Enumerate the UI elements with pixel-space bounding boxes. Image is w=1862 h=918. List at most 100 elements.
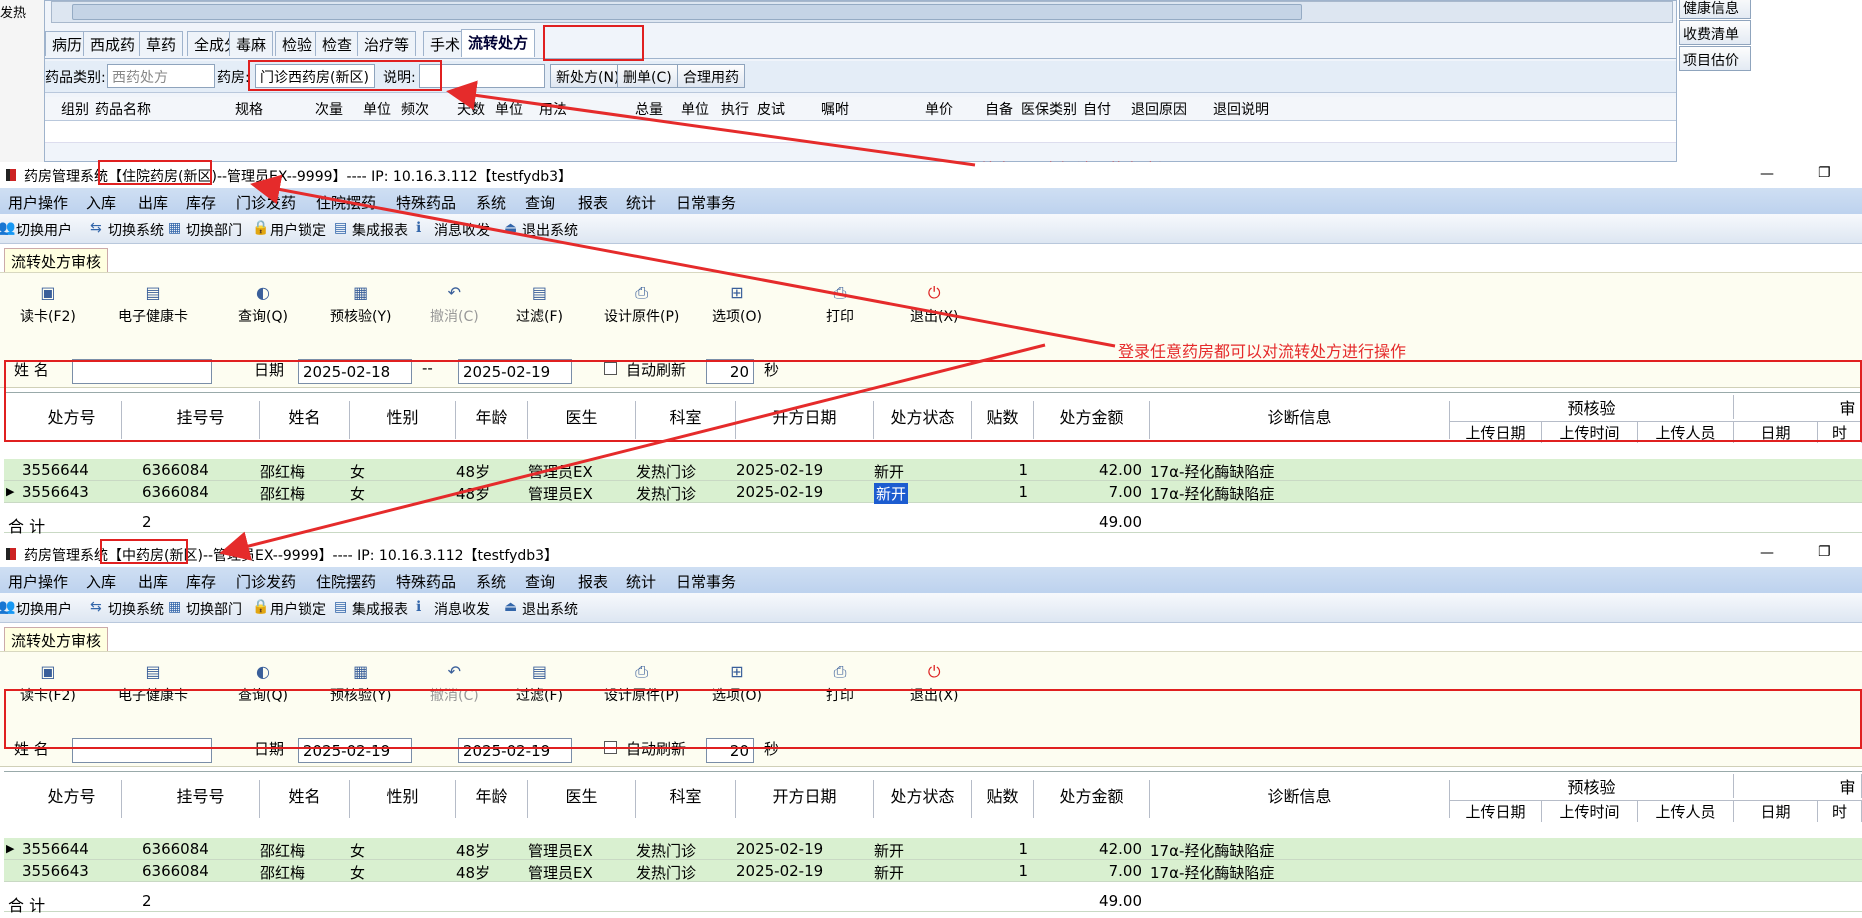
menu-item-9[interactable]: 报表 — [578, 571, 608, 592]
cell-reg: 6366084 — [142, 483, 209, 501]
ribbon-icon-5: ▤ — [531, 662, 548, 681]
ribbon-button-5[interactable]: ▤ 过滤(F) — [516, 273, 563, 349]
restore-icon[interactable]: ❐ — [1818, 165, 1831, 181]
toolbar-icon-4: ▤ — [334, 599, 348, 615]
tab-5[interactable]: 检验 — [275, 31, 320, 56]
ribbon-button-1[interactable]: ▤ 电子健康卡 — [118, 273, 188, 349]
toolbar-icon-3: 🔒 — [252, 599, 270, 615]
menu-item-9[interactable]: 报表 — [578, 192, 608, 213]
toolbar-item-5[interactable]: 消息收发 — [434, 599, 490, 619]
grid-header-11: 执行 — [721, 102, 749, 118]
menu-item-1[interactable]: 入库 — [86, 192, 116, 213]
toolbar-item-5[interactable]: 消息收发 — [434, 220, 490, 240]
scrollbar-thumb[interactable] — [72, 4, 1302, 20]
ribbon-icon-9: ⏻ — [927, 662, 941, 681]
toolbar-icon-5: ℹ — [416, 599, 422, 615]
table-row[interactable]: 3556644 6366084 邵红梅 女 48岁 管理员EX 发热门诊 2025-02-19… — [4, 459, 1862, 481]
ribbon-icon-8: ⎙ — [833, 283, 847, 302]
cell-age: 48岁 — [456, 864, 491, 882]
toolbar-item-6[interactable]: 退出系统 — [522, 220, 578, 240]
tab-2[interactable]: 草药 — [139, 31, 184, 56]
grid-header-9: 总量 — [635, 102, 663, 118]
cell-sex: 女 — [350, 842, 366, 860]
menu-item-10[interactable]: 统计 — [626, 571, 656, 592]
menu-item-3[interactable]: 库存 — [186, 571, 216, 592]
toolbar-item-1[interactable]: 切换系统 — [108, 220, 164, 240]
toolbar-item-3[interactable]: 用户锁定 — [270, 599, 326, 619]
toolbar-item-3[interactable]: 用户锁定 — [270, 220, 326, 240]
menu-item-10[interactable]: 统计 — [626, 192, 656, 213]
menu-item-0[interactable]: 用户操作 — [8, 571, 68, 592]
toolbar-item-4[interactable]: 集成报表 — [352, 599, 408, 619]
tab-review[interactable]: 流转处方审核 — [4, 248, 109, 272]
toolbar-item-0[interactable]: 切换用户 — [16, 220, 72, 240]
ribbon-label-4: 撤消(C) — [430, 309, 479, 325]
tab-4[interactable]: 毒麻 — [229, 31, 274, 56]
table-row[interactable]: 3556643 6366084 邵红梅 女 48岁 管理员EX 发热门诊 2025-02-19… — [4, 860, 1862, 882]
tab-review[interactable]: 流转处方审核 — [4, 627, 109, 651]
new-prescription-button[interactable]: 新处方(N) — [550, 64, 626, 88]
col-header-6: 科室 — [636, 780, 736, 818]
cell-doctor: 管理员EX — [528, 864, 593, 882]
ribbon-button-9[interactable]: ⏻ 退出(X) — [910, 273, 959, 349]
delete-prescription-button[interactable]: 删单(C) — [617, 64, 678, 88]
tab-9[interactable]: 流转处方 — [461, 29, 536, 57]
cell-status: 新开 — [874, 463, 905, 481]
cell-doctor: 管理员EX — [528, 463, 593, 481]
menu-item-1[interactable]: 入库 — [86, 571, 116, 592]
row-pointer-icon: ▶ — [6, 485, 15, 498]
table-row[interactable]: 3556643 6366084 邵红梅 女 48岁 管理员EX 发热门诊 2025-02-19… — [4, 481, 1862, 504]
restore-icon[interactable]: ❐ — [1818, 544, 1831, 560]
toolbar-item-4[interactable]: 集成报表 — [352, 220, 408, 240]
drug-type-select[interactable]: 西药处方 — [107, 64, 215, 88]
ribbon-button-4[interactable]: ↶ 撤消(C) — [430, 273, 479, 349]
menu-item-11[interactable]: 日常事务 — [676, 571, 736, 592]
table-row[interactable]: 3556644 6366084 邵红梅 女 48岁 管理员EX 发热门诊 2025-02-19… — [4, 838, 1862, 860]
toolbar-item-0[interactable]: 切换用户 — [16, 599, 72, 619]
menu-item-6[interactable]: 特殊药品 — [396, 571, 456, 592]
rational-drug-button[interactable]: 合理用药 — [677, 64, 745, 88]
ribbon-icon-3: ▦ — [353, 662, 369, 681]
menu-item-8[interactable]: 查询 — [525, 571, 555, 592]
menu-item-3[interactable]: 库存 — [186, 192, 216, 213]
menu-item-8[interactable]: 查询 — [525, 192, 555, 213]
ribbon-button-6[interactable]: ⎙ 设计原件(P) — [604, 273, 679, 349]
menu-item-7[interactable]: 系统 — [476, 192, 506, 213]
toolbar-icon-4: ▤ — [334, 220, 348, 236]
menu-item-4[interactable]: 门诊发药 — [236, 192, 296, 213]
right-button-0[interactable]: 健康信息 — [1679, 0, 1751, 19]
ribbon-button-7[interactable]: ⊞ 选项(O) — [712, 273, 762, 349]
menu-item-5[interactable]: 住院摆药 — [316, 571, 376, 592]
ribbon-button-0[interactable]: ▣ 读卡(F2) — [20, 273, 76, 349]
drug-grid-empty-row[interactable] — [45, 121, 1676, 143]
tab-6[interactable]: 检查 — [315, 31, 360, 56]
menu-item-2[interactable]: 出库 — [138, 571, 168, 592]
ribbon-button-3[interactable]: ▦ 预核验(Y) — [330, 273, 391, 349]
menu-item-5[interactable]: 住院摆药 — [316, 192, 376, 213]
tab-1[interactable]: 西成药 — [83, 31, 143, 56]
total-amount: 49.00 — [1099, 892, 1142, 910]
toolbar-item-2[interactable]: 切换部门 — [186, 599, 242, 619]
cell-amount: 42.00 — [1099, 461, 1142, 479]
ribbon-button-2[interactable]: ◐ 查询(Q) — [238, 273, 288, 349]
toolbar-icon-3: 🔒 — [252, 220, 270, 236]
menu-item-11[interactable]: 日常事务 — [676, 192, 736, 213]
horizontal-scrollbar[interactable] — [51, 1, 1673, 23]
menu-item-6[interactable]: 特殊药品 — [396, 192, 456, 213]
toolbar-item-1[interactable]: 切换系统 — [108, 599, 164, 619]
sub-header-4: 时 — [1818, 800, 1862, 822]
toolbar-item-2[interactable]: 切换部门 — [186, 220, 242, 240]
menu-item-4[interactable]: 门诊发药 — [236, 571, 296, 592]
toolbar-item-6[interactable]: 退出系统 — [522, 599, 578, 619]
right-button-2[interactable]: 项目估价 — [1679, 46, 1751, 71]
toolbar-icon-5: ℹ — [416, 220, 422, 236]
tab-7[interactable]: 治疗等 — [357, 31, 417, 56]
menu-item-0[interactable]: 用户操作 — [8, 192, 68, 213]
ribbon-button-8[interactable]: ⎙ 打印 — [826, 273, 854, 349]
right-button-1[interactable]: 收费清单 — [1679, 20, 1751, 45]
minimize-icon[interactable]: — — [1760, 545, 1774, 561]
menu-item-2[interactable]: 出库 — [138, 192, 168, 213]
menu-item-7[interactable]: 系统 — [476, 571, 506, 592]
ribbon-icon-7: ⊞ — [730, 283, 744, 302]
minimize-icon[interactable]: — — [1760, 166, 1774, 182]
